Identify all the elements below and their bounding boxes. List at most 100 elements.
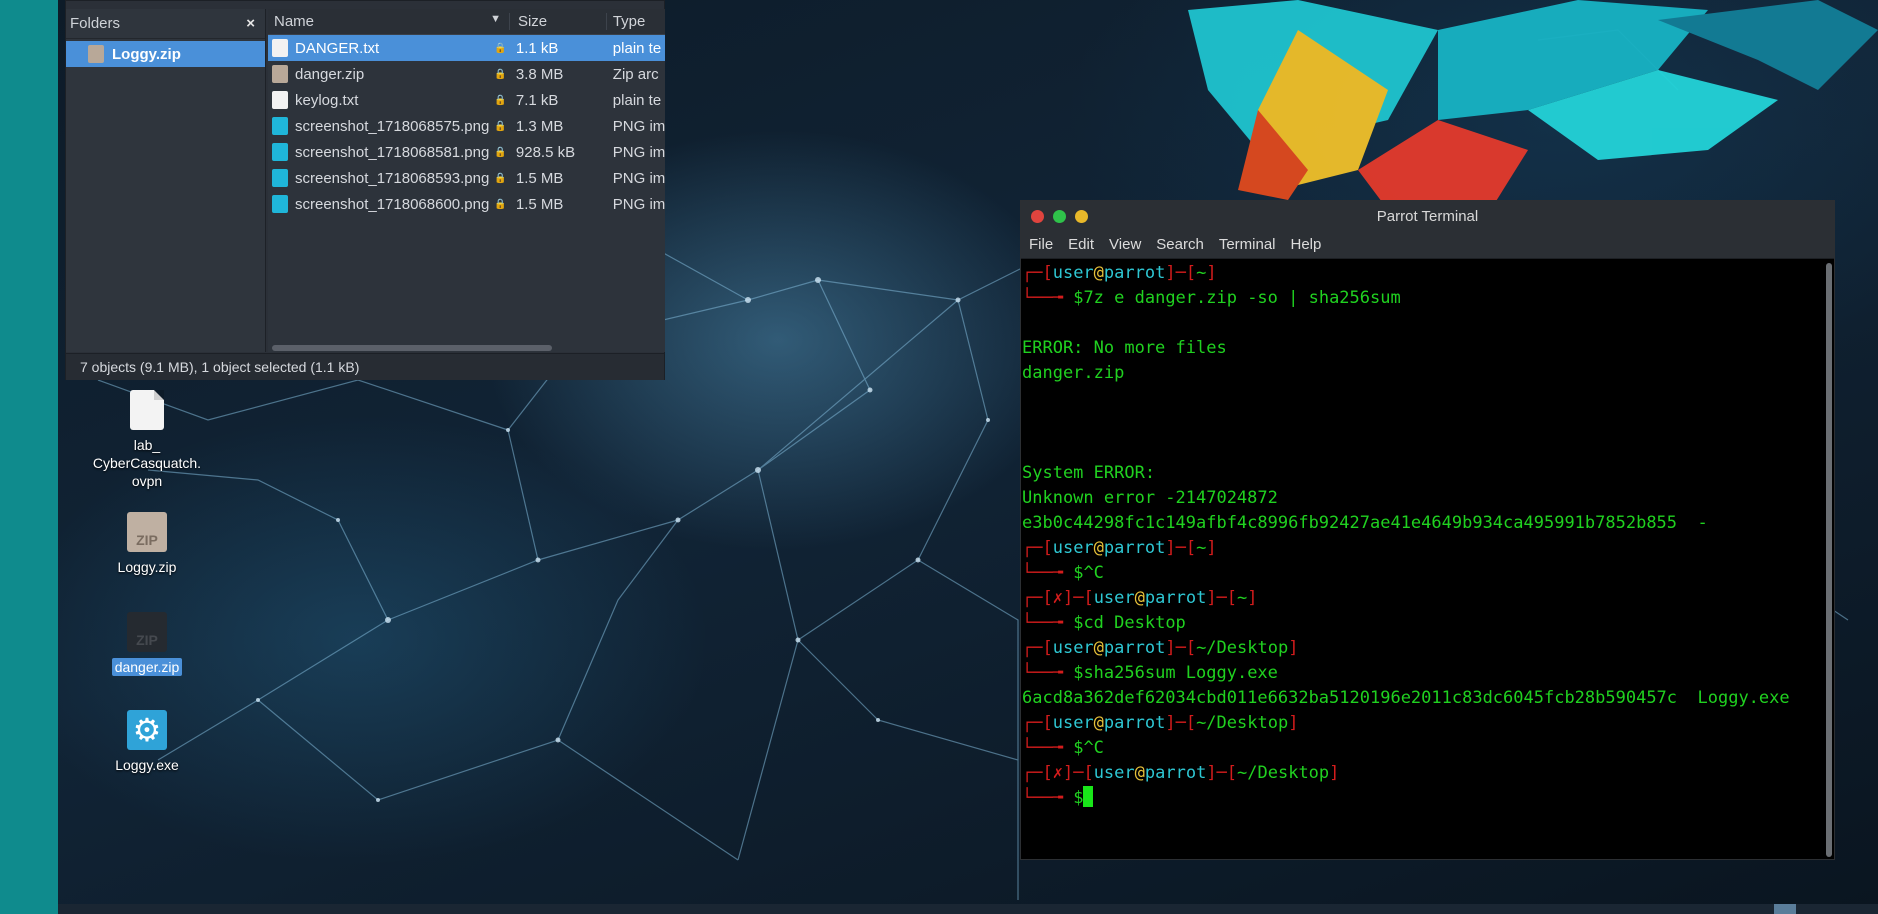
file-size: 7.1 kB bbox=[515, 91, 559, 109]
file-name-cell: screenshot_1718068581.png bbox=[268, 143, 491, 161]
horizontal-scrollbar[interactable] bbox=[272, 345, 552, 351]
file-name: screenshot_1718068600.png bbox=[295, 195, 490, 213]
gear-icon: ⚙ bbox=[127, 710, 167, 750]
close-folders-pane-button[interactable]: × bbox=[246, 15, 255, 32]
file-name-cell: screenshot_1718068575.png bbox=[268, 117, 491, 135]
file-type: PNG im bbox=[612, 169, 665, 187]
column-name[interactable]: Name ▼ bbox=[268, 13, 510, 30]
file-type: PNG im bbox=[612, 143, 665, 161]
panel-indicator[interactable] bbox=[1774, 904, 1796, 914]
menu-edit[interactable]: Edit bbox=[1068, 236, 1094, 253]
menu-view[interactable]: View bbox=[1109, 236, 1141, 253]
prompt-line: ┌─[user@parrot]─[~] bbox=[1022, 538, 1217, 558]
command-line: └──╼ $sha256sum Loggy.exe bbox=[1022, 663, 1278, 683]
desktop-icon-label: lab_ CyberCasquatch. ovpn bbox=[92, 437, 202, 489]
folder-item-label: Loggy.zip bbox=[112, 45, 181, 63]
column-type[interactable]: Type bbox=[607, 13, 665, 30]
output-line: danger.zip bbox=[1022, 363, 1125, 383]
file-name-cell: danger.zip bbox=[268, 65, 491, 83]
file-row[interactable]: danger.zip 🔒 3.8 MB Zip arc bbox=[268, 61, 665, 87]
status-bar: 7 objects (9.1 MB), 1 object selected (1… bbox=[66, 353, 664, 380]
file-size: 1.5 MB bbox=[515, 195, 564, 213]
lock-icon: 🔒 bbox=[493, 198, 507, 210]
file-type: plain te bbox=[612, 91, 662, 109]
prompt-line: ┌─[user@parrot]─[~] bbox=[1022, 263, 1217, 283]
file-name-cell: keylog.txt bbox=[268, 91, 491, 109]
image-file-icon bbox=[272, 117, 288, 135]
command-line: └──╼ $7z e danger.zip -so | sha256sum bbox=[1022, 288, 1401, 308]
file-name: DANGER.txt bbox=[295, 39, 380, 57]
file-name: screenshot_1718068581.png bbox=[295, 143, 490, 161]
folders-title: Folders bbox=[70, 15, 121, 32]
text-file-icon bbox=[272, 39, 288, 57]
file-size: 1.5 MB bbox=[515, 169, 564, 187]
file-name: screenshot_1718068593.png bbox=[295, 169, 490, 187]
prompt-line: ┌─[user@parrot]─[~/Desktop] bbox=[1022, 713, 1299, 733]
file-name: danger.zip bbox=[295, 65, 365, 83]
zip-icon: ZIP bbox=[127, 512, 167, 552]
desktop-icon-label: Loggy.exe bbox=[115, 757, 179, 773]
file-type: Zip arc bbox=[612, 65, 659, 83]
lock-icon: 🔒 bbox=[493, 172, 507, 184]
command-line: └──╼ $cd Desktop bbox=[1022, 613, 1186, 633]
terminal-vertical-scrollbar[interactable] bbox=[1826, 263, 1832, 857]
bottom-panel bbox=[58, 904, 1878, 914]
image-file-icon bbox=[272, 143, 288, 161]
file-name: screenshot_1718068575.png bbox=[295, 117, 490, 135]
lock-icon: 🔒 bbox=[493, 146, 507, 158]
terminal-cursor bbox=[1083, 786, 1094, 807]
output-line: ERROR: No more files bbox=[1022, 338, 1227, 358]
file-type: plain te bbox=[612, 39, 662, 57]
desktop-icon-danger-zip[interactable]: ZIP danger.zip bbox=[87, 612, 207, 676]
menu-terminal[interactable]: Terminal bbox=[1219, 236, 1276, 253]
lock-icon: 🔒 bbox=[493, 42, 507, 54]
output-line: System ERROR: bbox=[1022, 463, 1156, 483]
folders-pane: Folders × Loggy.zip bbox=[66, 9, 266, 352]
terminal-output[interactable]: ┌─[user@parrot]─[~] └──╼ $7z e danger.zi… bbox=[1021, 259, 1826, 859]
desktop-icon-loggy-zip[interactable]: ZIP Loggy.zip bbox=[87, 512, 207, 576]
file-type: PNG im bbox=[612, 117, 665, 135]
prompt-line: ┌─[user@parrot]─[~/Desktop] bbox=[1022, 638, 1299, 658]
desktop-icon-label: danger.zip bbox=[111, 658, 183, 676]
file-manager-window: Folders × Loggy.zip Name ▼ Size Type DAN… bbox=[65, 0, 665, 380]
file-name: keylog.txt bbox=[295, 91, 359, 109]
zip-icon: ZIP bbox=[127, 612, 167, 652]
zip-icon bbox=[88, 45, 104, 63]
menu-search[interactable]: Search bbox=[1156, 236, 1204, 253]
menu-file[interactable]: File bbox=[1029, 236, 1053, 253]
command-line: └──╼ $ bbox=[1022, 786, 1826, 811]
desktop-icon-label: Loggy.zip bbox=[117, 559, 177, 575]
terminal-menubar: File Edit View Search Terminal Help bbox=[1021, 231, 1834, 259]
file-row[interactable]: keylog.txt 🔒 7.1 kB plain te bbox=[268, 87, 665, 113]
document-icon bbox=[130, 390, 164, 430]
file-type: PNG im bbox=[612, 195, 665, 213]
text-file-icon bbox=[272, 91, 288, 109]
file-row[interactable]: screenshot_1718068600.png 🔒 1.5 MB PNG im bbox=[268, 191, 665, 217]
desktop-icon-ovpn[interactable]: lab_ CyberCasquatch. ovpn bbox=[87, 390, 207, 490]
terminal-titlebar[interactable]: Parrot Terminal bbox=[1021, 201, 1834, 231]
image-file-icon bbox=[272, 169, 288, 187]
terminal-window: Parrot Terminal File Edit View Search Te… bbox=[1020, 200, 1835, 860]
file-size: 928.5 kB bbox=[515, 143, 576, 161]
sort-down-icon: ▼ bbox=[490, 13, 501, 25]
desktop-icon-loggy-exe[interactable]: ⚙ Loggy.exe bbox=[87, 710, 207, 774]
file-row[interactable]: screenshot_1718068575.png 🔒 1.3 MB PNG im bbox=[268, 113, 665, 139]
file-row[interactable]: screenshot_1718068581.png 🔒 928.5 kB PNG im bbox=[268, 139, 665, 165]
prompt-line: ┌─[✗]─[user@parrot]─[~/Desktop] bbox=[1022, 763, 1340, 783]
file-row[interactable]: DANGER.txt 🔒 1.1 kB plain te bbox=[268, 35, 665, 61]
menu-help[interactable]: Help bbox=[1291, 236, 1322, 253]
file-list-header: Name ▼ Size Type bbox=[268, 9, 665, 35]
folder-item-loggy-zip[interactable]: Loggy.zip bbox=[66, 41, 265, 67]
output-line: Unknown error -2147024872 bbox=[1022, 488, 1278, 508]
file-row[interactable]: screenshot_1718068593.png 🔒 1.5 MB PNG im bbox=[268, 165, 665, 191]
terminal-title: Parrot Terminal bbox=[1376, 207, 1479, 225]
file-size: 3.8 MB bbox=[515, 65, 564, 83]
output-line: 6acd8a362def62034cbd011e6632ba5120196e20… bbox=[1022, 688, 1790, 708]
file-size: 1.1 kB bbox=[515, 39, 559, 57]
folders-header: Folders × bbox=[66, 9, 265, 39]
column-size[interactable]: Size bbox=[510, 13, 607, 30]
